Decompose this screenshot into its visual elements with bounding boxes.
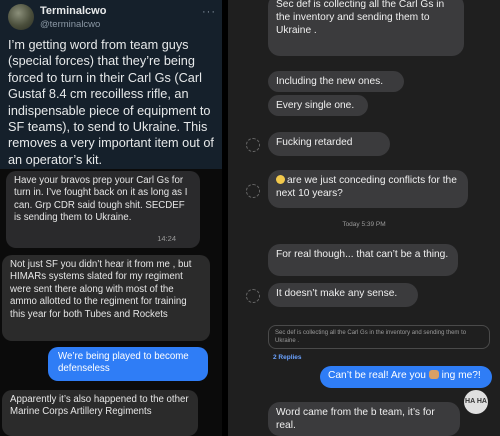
chat-message-text: Sec def is collecting all the Carl Gs in… [276, 0, 445, 37]
haha-reaction-badge[interactable]: HA HA [464, 390, 488, 414]
message-timestamp: 14:24 [157, 233, 176, 243]
chat-message: Apparently it’s also happened to the oth… [2, 390, 198, 436]
chat-message-text: Can’t be real! Are you [328, 370, 426, 381]
chat-message: are we just conceding conflicts for the … [268, 170, 468, 208]
chat-message: For real though... that can’t be a thing… [268, 244, 458, 276]
chat-message-text: Apparently it’s also happened to the oth… [10, 394, 189, 418]
chat-message-text: Not just SF you didn’t hear it from me ,… [10, 259, 192, 320]
chat-message-sent: Can’t be real! Are you ing me?! [320, 366, 492, 388]
chat-message: Sec def is collecting all the Carl Gs in… [268, 0, 464, 56]
sender-avatar[interactable] [246, 138, 260, 152]
chat-message-text: Every single one. [276, 100, 355, 111]
reply-thread-quote[interactable]: Sec def is collecting all the Carl Gs in… [268, 325, 490, 349]
tweet-screenshot-panel: Terminalcwo @terminalcwo ··· I’m getting… [0, 0, 222, 436]
sender-avatar[interactable] [246, 289, 260, 303]
thread-quote-text: Sec def is collecting all the Carl Gs in… [275, 330, 467, 344]
sender-avatar[interactable] [246, 184, 260, 198]
chat-message-text: ing me?! [441, 370, 481, 381]
chat-message: Fucking retarded [268, 132, 390, 156]
chat-message: Not just SF you didn’t hear it from me ,… [2, 255, 210, 341]
chat-message-sent: We’re being played to become defenseless [48, 347, 208, 381]
chat-message: It doesn’t make any sense. [268, 283, 418, 307]
chat-message-text: Word came from the b team, it’s for real… [276, 407, 435, 432]
tweet-text: I’m getting word from team guys (special… [8, 38, 214, 167]
chat-message-text: are we just conceding conflicts for the … [276, 175, 457, 200]
group-chat-screenshot: Sec def is collecting all the Carl Gs in… [228, 0, 500, 436]
smile-emoji-icon [276, 175, 285, 184]
left-chat-screenshot: Have your bravos prep your Carl Gs for t… [0, 169, 222, 436]
chat-message: Including the new ones. [268, 71, 404, 92]
thread-replies-link[interactable]: 2 Replies [273, 354, 302, 361]
chat-message: Word came from the b team, it’s for real… [268, 402, 460, 436]
chat-message-text: We’re being played to become defenseless [58, 351, 189, 375]
chat-message-text: Including the new ones. [276, 76, 384, 87]
chat-message-text: For real though... that can’t be a thing… [276, 249, 449, 260]
more-options-icon[interactable]: ··· [202, 6, 216, 18]
chat-message: Have your bravos prep your Carl Gs for t… [6, 171, 200, 248]
chat-message: Every single one. [268, 95, 368, 116]
tweet-author-handle[interactable]: @terminalcwo [40, 19, 100, 30]
chat-message-text: It doesn’t make any sense. [276, 288, 398, 299]
tweet-author-name[interactable]: Terminalcwo [40, 5, 106, 17]
tweet-header: Terminalcwo @terminalcwo ··· [8, 4, 218, 34]
conversation-timestamp: Today 5:39 PM [342, 221, 386, 228]
emoji-icon [428, 370, 439, 379]
chat-message-text: Fucking retarded [276, 137, 353, 148]
chat-message-text: Have your bravos prep your Carl Gs for t… [14, 175, 188, 224]
avatar[interactable] [8, 4, 34, 30]
